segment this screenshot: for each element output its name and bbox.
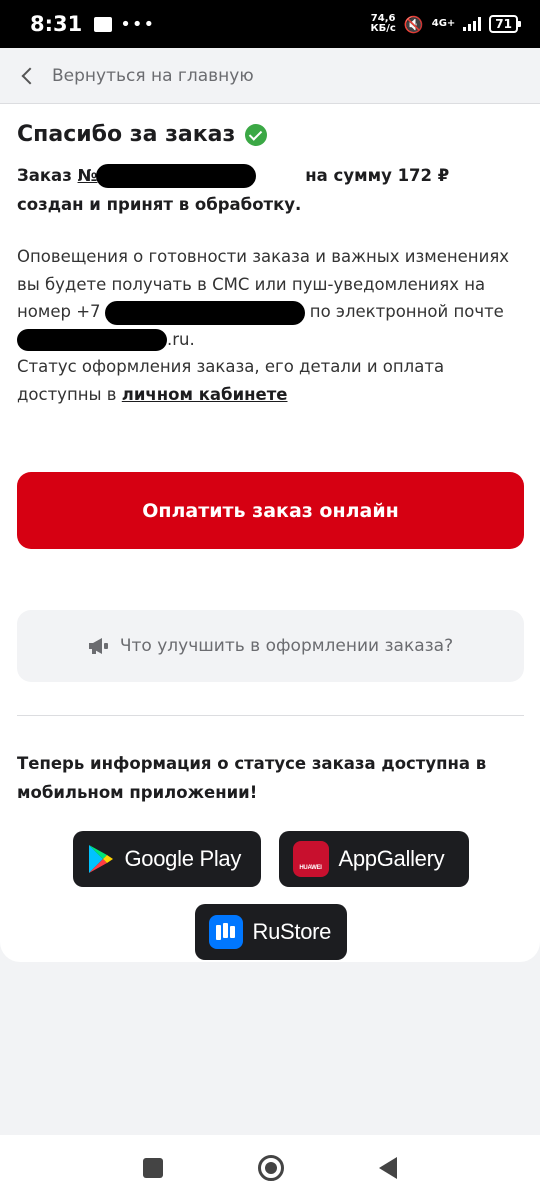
- back-to-home-link[interactable]: Вернуться на главную: [0, 48, 540, 104]
- order-summary: Заказ № на сумму 172 ₽ создан и принят в…: [17, 161, 523, 219]
- order-created-text: создан и принят в обработку.: [17, 195, 302, 214]
- megaphone-icon: [88, 637, 110, 655]
- title-row: Спасибо за заказ: [17, 122, 523, 147]
- network-speed: 74,6 КБ/с: [370, 14, 395, 34]
- redaction-mark: [104, 300, 305, 325]
- back-label: Вернуться на главную: [52, 65, 254, 86]
- feedback-label: Что улучшить в оформлении заказа?: [119, 636, 454, 656]
- check-circle-icon: [245, 123, 268, 146]
- signal-icon: [463, 17, 482, 31]
- feedback-button[interactable]: Что улучшить в оформлении заказа?: [17, 610, 524, 682]
- battery-icon: 71: [489, 15, 521, 33]
- order-sum: на сумму 172 ₽: [299, 166, 450, 185]
- status-time: 8:31: [30, 12, 83, 36]
- redaction-mark: [17, 329, 167, 351]
- google-play-button[interactable]: Google Play: [72, 831, 261, 887]
- app-store-buttons: Google Play HUAWEI AppGallery RuStore: [17, 831, 524, 960]
- status-indicators: 74,6 КБ/с 🔇 4G+ 71: [370, 14, 521, 34]
- home-icon[interactable]: [258, 1154, 284, 1181]
- divider: [17, 715, 524, 716]
- system-nav-bar: [0, 1135, 540, 1200]
- redaction-mark: [95, 164, 256, 188]
- notice-mail-suffix: .ru.: [167, 329, 195, 349]
- notice-text-2: по электронной почте: [304, 302, 504, 321]
- more-notifications-icon: •••: [120, 13, 156, 35]
- google-play-icon: [87, 844, 115, 874]
- mute-icon: 🔇: [403, 14, 424, 34]
- order-confirmation-card: Спасибо за заказ Заказ № на сумму 172 ₽ …: [0, 104, 540, 962]
- app-promo-text: Теперь информация о статусе заказа досту…: [17, 754, 487, 802]
- pay-online-button[interactable]: Оплатить заказ онлайн: [17, 472, 524, 549]
- page-title: Спасибо за заказ: [17, 122, 236, 147]
- recent-apps-icon[interactable]: [143, 1157, 163, 1178]
- order-number-link[interactable]: №: [78, 161, 300, 190]
- status-bar: 8:31 ••• 74,6 КБ/с 🔇 4G+ 71: [0, 0, 540, 48]
- chevron-left-icon: [21, 67, 39, 84]
- rustore-icon: [208, 915, 243, 949]
- speed-unit: КБ/с: [370, 23, 396, 34]
- google-play-label: Google Play: [124, 846, 242, 871]
- order-number: №: [77, 166, 98, 185]
- rustore-button[interactable]: RuStore: [194, 904, 347, 960]
- notification-info: Оповещения о готовности заказа и важных …: [17, 243, 523, 408]
- order-prefix: Заказ: [17, 166, 78, 185]
- rustore-label: RuStore: [252, 919, 332, 944]
- back-triangle-icon[interactable]: [379, 1156, 397, 1179]
- app-gallery-label: AppGallery: [338, 846, 445, 871]
- huawei-appgallery-icon: HUAWEI: [292, 841, 329, 877]
- personal-account-link[interactable]: личном кабинете: [122, 385, 288, 404]
- app-gallery-button[interactable]: HUAWEI AppGallery: [278, 831, 469, 887]
- message-icon: [94, 16, 113, 32]
- huawei-icon-wrap: HUAWEI: [292, 841, 329, 877]
- rustore-icon-wrap: [208, 915, 243, 949]
- network-type: 4G+: [431, 18, 456, 29]
